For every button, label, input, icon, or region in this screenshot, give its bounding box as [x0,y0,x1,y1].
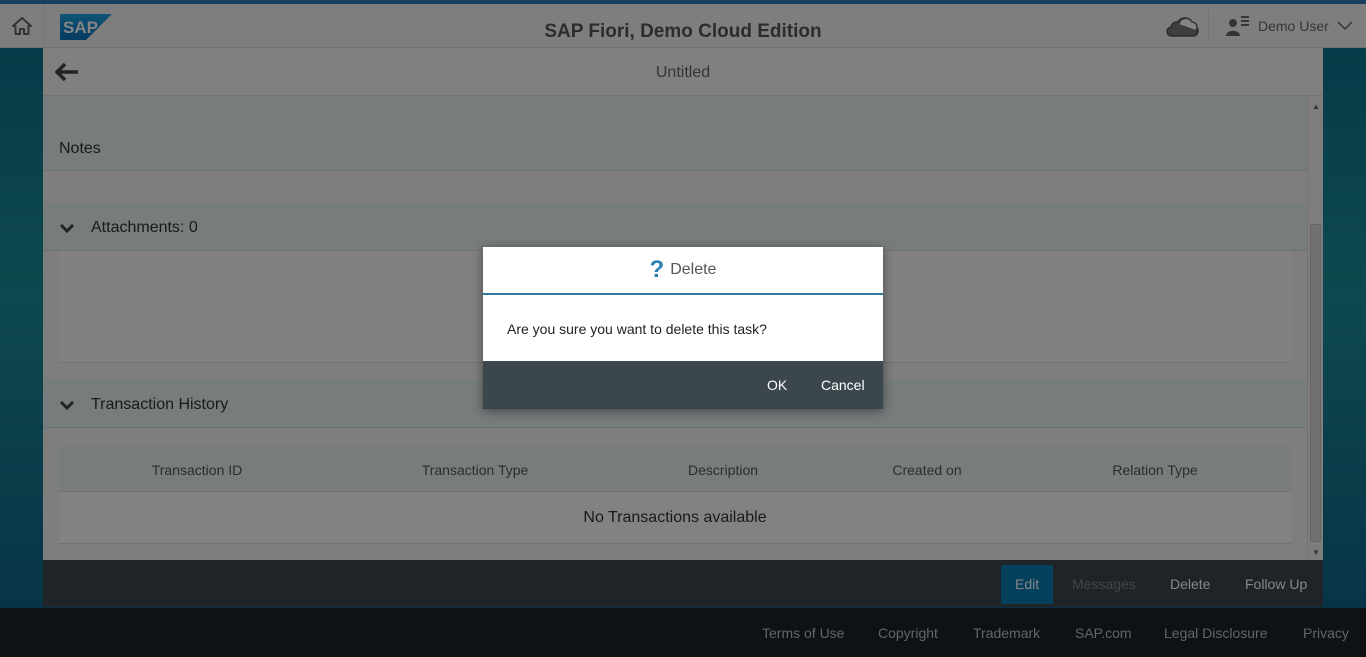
dialog-title: Delete [670,261,717,278]
dialog-footer: OK Cancel [483,361,883,409]
question-icon: ? [649,256,665,283]
delete-dialog: ? Delete Are you sure you want to delete… [483,247,883,409]
dialog-message: Are you sure you want to delete this tas… [507,321,767,337]
cancel-button[interactable]: Cancel [811,370,875,400]
dialog-header: ? Delete [483,247,883,295]
ok-button[interactable]: OK [757,370,797,400]
